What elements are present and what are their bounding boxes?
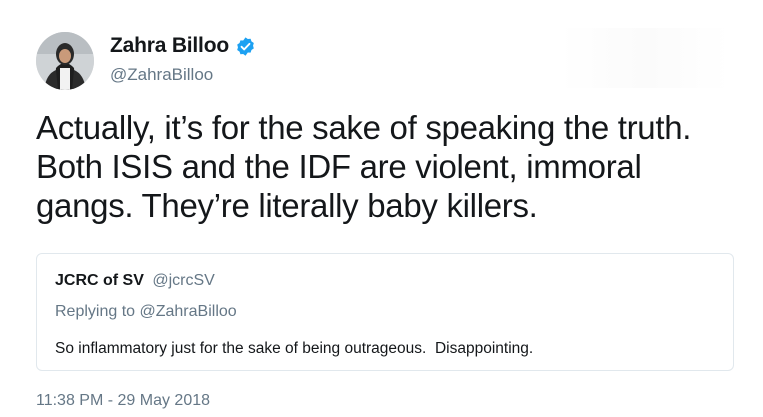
quoted-author-handle: @jcrcSV <box>152 272 215 289</box>
author-handle[interactable]: @ZahraBilloo <box>110 65 213 85</box>
quoted-tweet-header: JCRC of SV @jcrcSV <box>55 272 215 290</box>
background-artifact <box>560 28 730 88</box>
author-avatar[interactable] <box>36 32 94 90</box>
tweet-card: Zahra Billoo @ZahraBilloo Actually, it’s… <box>0 0 763 417</box>
tweet-text: Actually, it’s for the sake of speaking … <box>36 109 692 224</box>
quoted-tweet-text: So inflammatory just for the sake of bei… <box>55 340 534 357</box>
author-name-row[interactable]: Zahra Billoo <box>110 34 256 58</box>
quoted-replying-to: Replying to @ZahraBilloo <box>55 303 237 320</box>
author-name[interactable]: Zahra Billoo <box>110 34 229 58</box>
avatar-image <box>36 32 94 90</box>
quoted-tweet-card[interactable]: JCRC of SV @jcrcSV Replying to @ZahraBil… <box>36 253 734 371</box>
verified-badge-icon <box>235 36 256 57</box>
quoted-author-name: JCRC of SV <box>55 272 144 289</box>
tweet-timestamp[interactable]: 11:38 PM - 29 May 2018 <box>36 392 210 410</box>
